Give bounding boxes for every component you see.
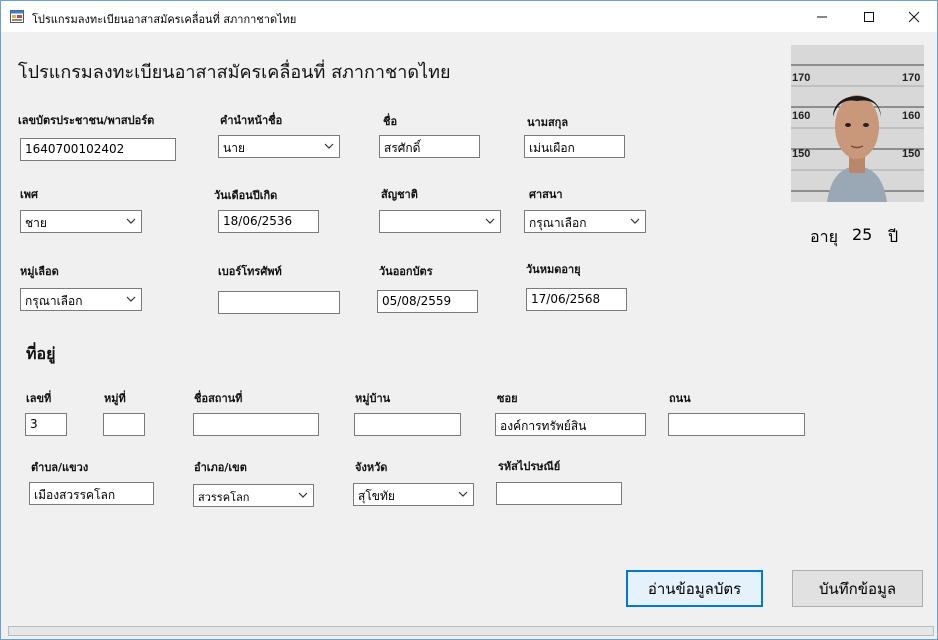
moo-field[interactable] xyxy=(103,413,145,436)
svg-text:150: 150 xyxy=(792,148,810,160)
subdistrict-label: ตำบล/แขวง xyxy=(31,461,89,474)
app-form-icon xyxy=(10,10,24,23)
chevron-down-icon xyxy=(126,296,136,302)
house-no-field[interactable]: 3 xyxy=(25,413,67,436)
age-value: 25 xyxy=(852,225,873,244)
id-card-field[interactable]: 1640700102402 xyxy=(20,138,176,161)
window-title: โปรแกรมลงทะเบียนอาสาสมัครเคลื่อนที่ สภาก… xyxy=(32,13,297,26)
province-select[interactable]: สุโขทัย xyxy=(353,483,474,506)
gender-select[interactable]: ชาย xyxy=(20,210,142,233)
religion-label: ศาสนา xyxy=(529,188,563,201)
minimize-button[interactable] xyxy=(799,1,845,32)
village-label: หมู่บ้าน xyxy=(355,392,391,405)
page-title: โปรแกรมลงทะเบียนอาสาสมัครเคลื่อนที่ สภาก… xyxy=(18,62,451,83)
progress-bar xyxy=(8,626,934,636)
religion-select[interactable]: กรุณาเลือก xyxy=(524,210,646,233)
moo-label: หมู่ที่ xyxy=(104,392,126,405)
district-select[interactable]: สวรรคโลก xyxy=(193,484,314,507)
soi-field[interactable]: องค์การทรัพย์สิน xyxy=(495,413,646,436)
postal-code-field[interactable] xyxy=(496,482,622,505)
phone-label: เบอร์โทรศัพท์ xyxy=(218,265,282,278)
svg-text:170: 170 xyxy=(792,72,810,84)
prefix-select[interactable]: นาย xyxy=(218,135,340,158)
chevron-down-icon xyxy=(485,218,495,224)
age-prefix: อายุ xyxy=(810,227,838,246)
district-label: อำเภอ/เขต xyxy=(194,461,247,474)
house-no-label: เลขที่ xyxy=(26,392,52,405)
road-field[interactable] xyxy=(668,413,805,436)
birth-date-label: วันเดือนปีเกิด xyxy=(214,189,278,202)
nationality-label: สัญชาติ xyxy=(381,188,418,201)
place-name-field[interactable] xyxy=(193,413,319,436)
expiry-date-field[interactable]: 17/06/2568 xyxy=(526,288,627,311)
first-name-field[interactable]: สรศักดิ์ xyxy=(379,135,480,158)
blood-group-label: หมู่เลือด xyxy=(20,265,59,278)
svg-text:170: 170 xyxy=(902,72,920,84)
age-suffix: ปี xyxy=(888,227,899,246)
title-bar: โปรแกรมลงทะเบียนอาสาสมัครเคลื่อนที่ สภาก… xyxy=(1,1,937,32)
religion-select-value: กรุณาเลือก xyxy=(529,216,587,230)
close-button[interactable] xyxy=(891,1,937,32)
app-window: โปรแกรมลงทะเบียนอาสาสมัครเคลื่อนที่ สภาก… xyxy=(0,0,938,640)
expiry-date-label: วันหมดอายุ xyxy=(526,263,581,276)
chevron-down-icon xyxy=(298,492,308,498)
svg-text:160: 160 xyxy=(902,110,920,122)
subdistrict-field[interactable]: เมืองสวรรคโลก xyxy=(29,482,154,505)
chevron-down-icon xyxy=(126,218,136,224)
birth-date-field[interactable]: 18/06/2536 xyxy=(218,210,319,233)
province-select-value: สุโขทัย xyxy=(358,489,395,503)
svg-text:150: 150 xyxy=(902,148,920,160)
chevron-down-icon xyxy=(630,218,640,224)
read-card-button[interactable]: อ่านข้อมูลบัตร xyxy=(626,570,763,607)
gender-label: เพศ xyxy=(20,188,38,201)
road-label: ถนน xyxy=(669,392,691,405)
id-photo: 170 170 160 160 150 150 xyxy=(791,45,924,202)
minimize-icon xyxy=(817,16,827,17)
place-name-label: ชื่อสถานที่ xyxy=(194,392,243,405)
issue-date-field[interactable]: 05/08/2559 xyxy=(377,290,478,313)
blood-group-select[interactable]: กรุณาเลือก xyxy=(20,288,142,311)
save-button[interactable]: บันทึกข้อมูล xyxy=(792,570,923,607)
chevron-down-icon xyxy=(458,491,468,497)
prefix-select-value: นาย xyxy=(223,141,245,155)
svg-text:160: 160 xyxy=(792,110,810,122)
postal-code-label: รหัสไปรษณีย์ xyxy=(498,460,561,473)
blood-group-select-value: กรุณาเลือก xyxy=(25,294,83,308)
gender-select-value: ชาย xyxy=(25,216,47,230)
address-section-title: ที่อยู่ xyxy=(26,344,56,363)
chevron-down-icon xyxy=(324,143,334,149)
nationality-select[interactable] xyxy=(379,210,501,233)
issue-date-label: วันออกบัตร xyxy=(379,265,433,278)
phone-field[interactable] xyxy=(218,291,340,314)
id-card-label: เลขบัตรประชาชน/พาสปอร์ต xyxy=(18,114,155,127)
first-name-label: ชื่อ xyxy=(383,115,398,128)
last-name-field[interactable]: เม่นเผือก xyxy=(524,135,625,158)
soi-label: ซอย xyxy=(497,392,518,405)
district-select-value: สวรรคโลก xyxy=(198,491,250,504)
prefix-label: คำนำหน้าชื่อ xyxy=(220,114,283,127)
maximize-button[interactable] xyxy=(846,1,892,32)
close-icon xyxy=(908,11,920,22)
village-field[interactable] xyxy=(354,413,461,436)
province-label: จังหวัด xyxy=(355,461,388,474)
last-name-label: นามสกุล xyxy=(527,116,569,129)
maximize-icon xyxy=(864,11,874,22)
